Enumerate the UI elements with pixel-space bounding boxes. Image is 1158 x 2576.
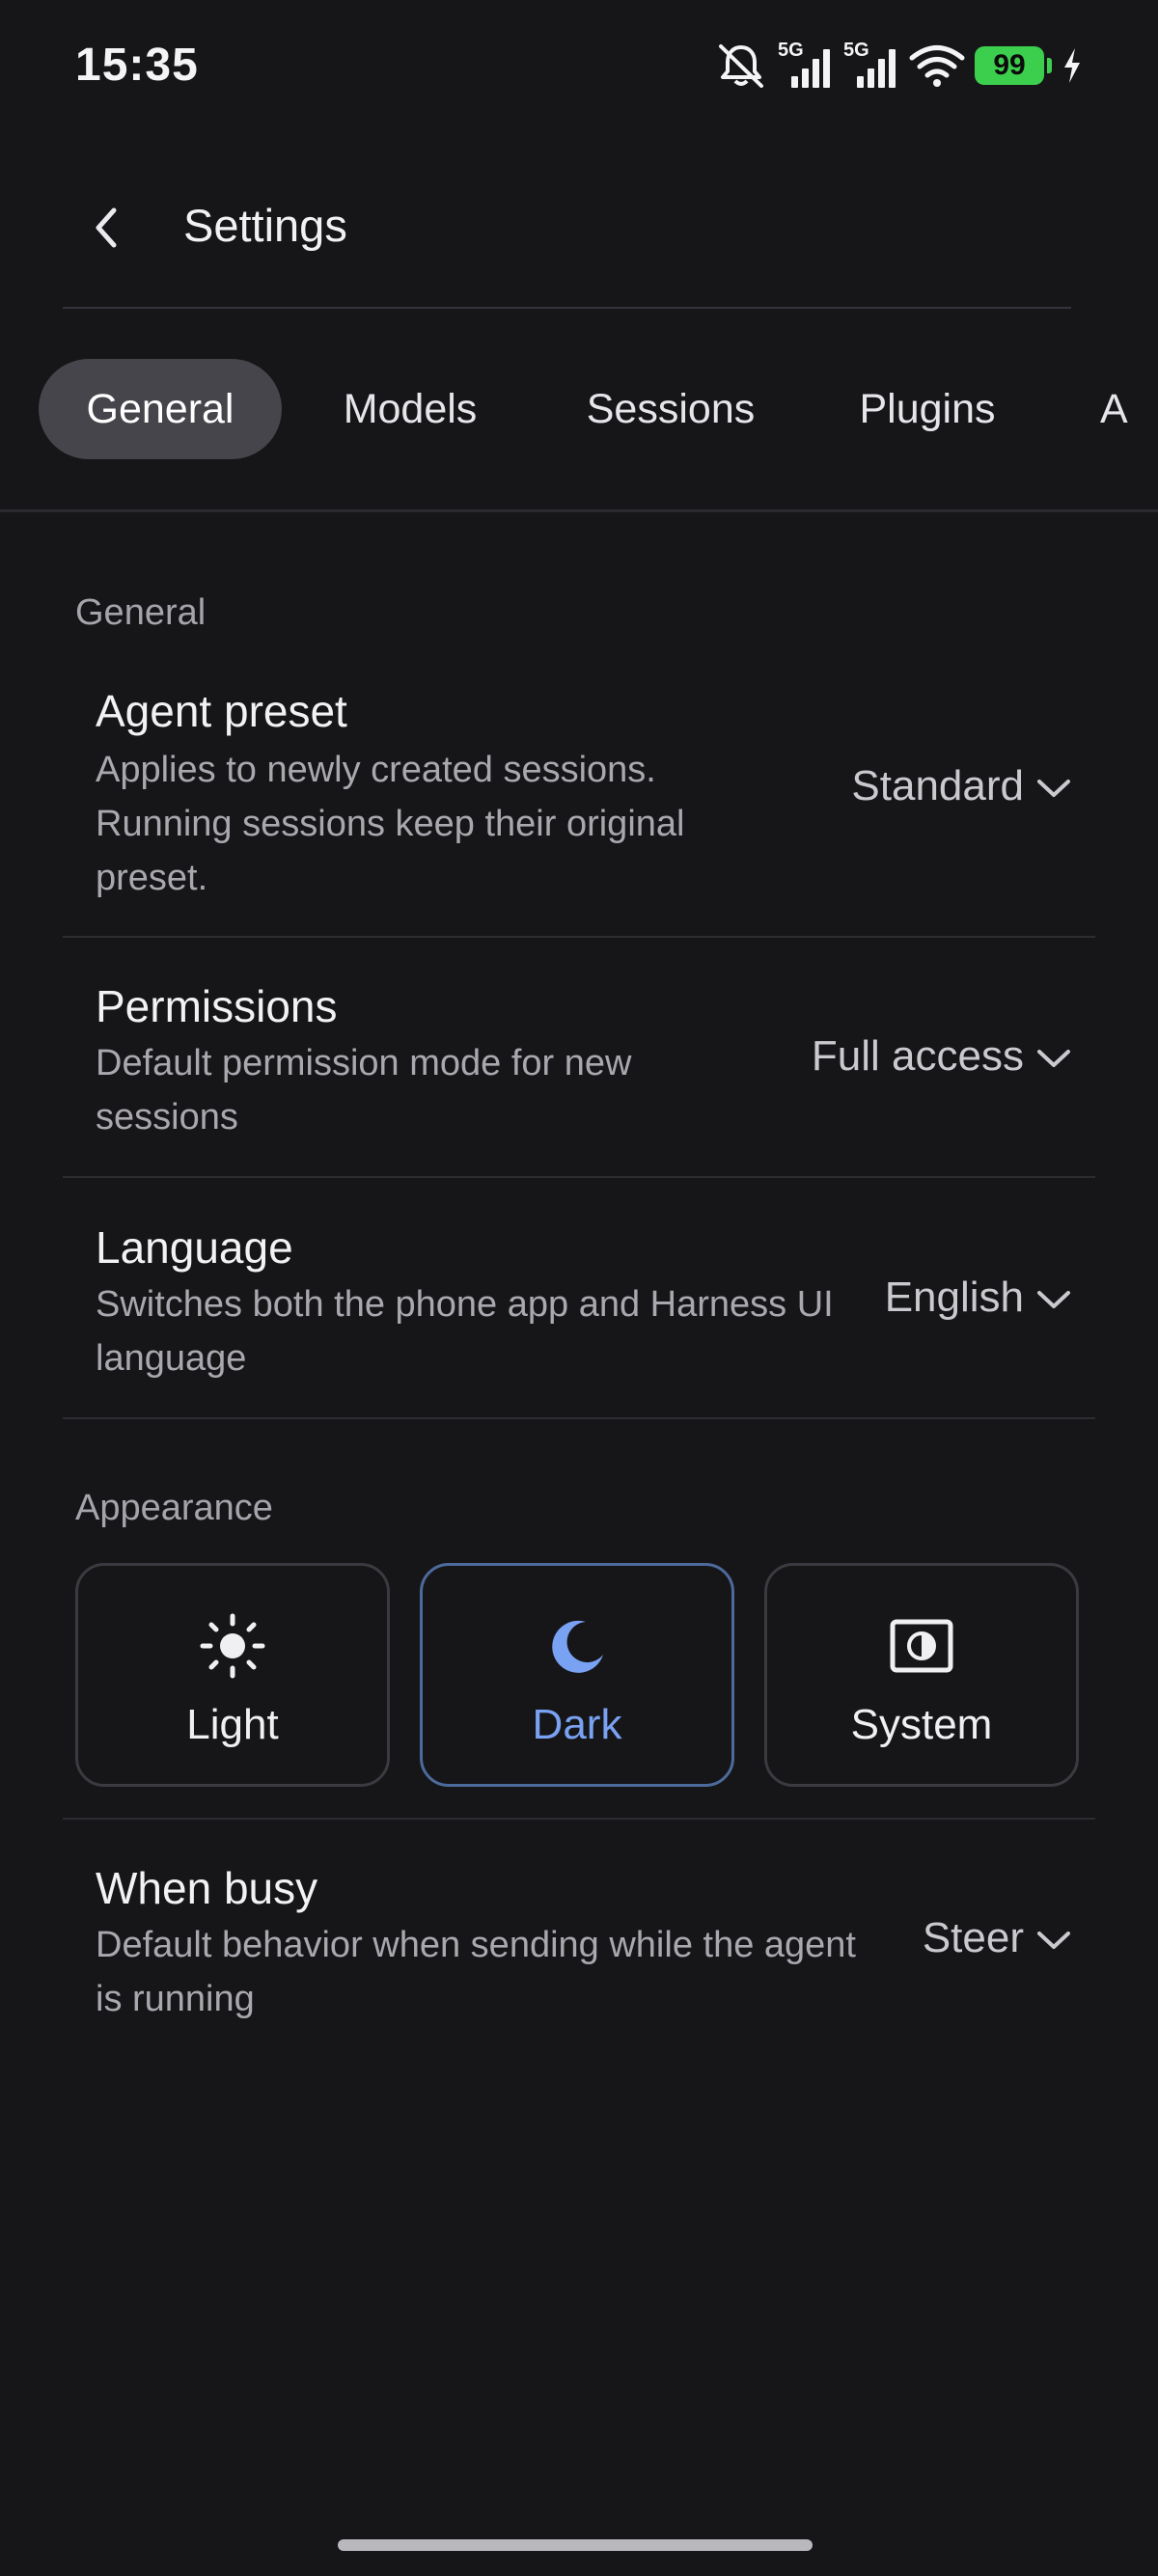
divider bbox=[63, 1176, 1095, 1178]
section-label-general: General bbox=[75, 592, 207, 633]
setting-title: Language bbox=[96, 1222, 293, 1273]
permissions-dropdown[interactable]: Full access bbox=[812, 1032, 1072, 1081]
charging-icon bbox=[1062, 46, 1083, 85]
bell-off-icon bbox=[714, 41, 768, 90]
back-button[interactable] bbox=[68, 191, 145, 268]
status-time: 15:35 bbox=[75, 40, 199, 91]
signal-icon: 5G bbox=[843, 40, 899, 92]
tab-label: Models bbox=[343, 385, 478, 432]
setting-title: Agent preset bbox=[96, 686, 347, 736]
dropdown-value: Steer bbox=[922, 1914, 1024, 1961]
setting-permissions[interactable]: Permissions Default permission mode for … bbox=[63, 971, 1095, 1175]
setting-description: Default behavior when sending while the … bbox=[96, 1925, 856, 2019]
tab-truncated[interactable]: A bbox=[1090, 359, 1158, 459]
tab-label: Plugins bbox=[859, 385, 996, 432]
sun-icon bbox=[78, 1612, 387, 1680]
moon-icon bbox=[423, 1612, 731, 1680]
setting-description: Default permission mode for new sessions bbox=[96, 1043, 632, 1137]
agent-preset-dropdown[interactable]: Standard bbox=[851, 762, 1072, 810]
theme-option-label: Dark bbox=[532, 1701, 622, 1748]
tab-label: General bbox=[86, 385, 234, 432]
dropdown-value: English bbox=[884, 1274, 1024, 1321]
setting-title: When busy bbox=[96, 1863, 318, 1913]
battery-icon: 99 bbox=[975, 46, 1052, 85]
home-indicator[interactable] bbox=[338, 2539, 813, 2551]
battery-level: 99 bbox=[993, 49, 1026, 81]
chevron-down-icon bbox=[1035, 1032, 1072, 1081]
setting-language[interactable]: Language Switches both the phone app and… bbox=[63, 1212, 1095, 1416]
dropdown-value: Standard bbox=[851, 762, 1024, 809]
chevron-left-icon bbox=[87, 201, 125, 260]
system-theme-icon bbox=[767, 1612, 1076, 1680]
chevron-down-icon bbox=[1035, 762, 1072, 810]
theme-dark-option[interactable]: Dark bbox=[420, 1563, 734, 1787]
setting-when-busy[interactable]: When busy Default behavior when sending … bbox=[63, 1852, 1095, 2057]
tab-plugins[interactable]: Plugins bbox=[836, 359, 1019, 459]
divider bbox=[63, 1818, 1095, 1820]
divider bbox=[0, 509, 1158, 512]
tab-models[interactable]: Models bbox=[318, 359, 502, 459]
status-bar: 15:35 5G 5G 99 bbox=[0, 0, 1158, 135]
status-icons: 5G 5G 99 bbox=[714, 37, 1083, 95]
divider bbox=[63, 307, 1071, 309]
wifi-icon bbox=[909, 43, 965, 88]
dropdown-value: Full access bbox=[811, 1032, 1024, 1080]
setting-agent-preset[interactable]: Agent preset Applies to newly created se… bbox=[63, 675, 1095, 936]
chevron-down-icon bbox=[1035, 1274, 1072, 1322]
section-label-appearance: Appearance bbox=[75, 1488, 273, 1528]
theme-system-option[interactable]: System bbox=[764, 1563, 1079, 1787]
tab-label: A bbox=[1100, 385, 1128, 432]
tab-sessions[interactable]: Sessions bbox=[569, 359, 772, 459]
signal-icon: 5G bbox=[778, 40, 834, 92]
tab-label: Sessions bbox=[586, 385, 756, 432]
page-title: Settings bbox=[183, 200, 347, 251]
theme-option-label: System bbox=[850, 1701, 993, 1748]
setting-description: Applies to newly created sessions. Runni… bbox=[96, 750, 685, 898]
divider bbox=[63, 1417, 1095, 1419]
tab-general[interactable]: General bbox=[39, 359, 282, 459]
divider bbox=[63, 936, 1095, 938]
network-type-label: 5G bbox=[843, 40, 869, 61]
when-busy-dropdown[interactable]: Steer bbox=[923, 1914, 1072, 1962]
setting-title: Permissions bbox=[96, 981, 338, 1031]
theme-option-label: Light bbox=[186, 1701, 279, 1748]
network-type-label: 5G bbox=[778, 40, 804, 61]
header: Settings bbox=[0, 164, 1158, 309]
tab-bar: General Models Sessions Plugins A bbox=[0, 359, 1158, 461]
chevron-down-icon bbox=[1035, 1914, 1072, 1962]
language-dropdown[interactable]: English bbox=[885, 1274, 1072, 1322]
setting-description: Switches both the phone app and Harness … bbox=[96, 1284, 834, 1379]
theme-light-option[interactable]: Light bbox=[75, 1563, 390, 1787]
